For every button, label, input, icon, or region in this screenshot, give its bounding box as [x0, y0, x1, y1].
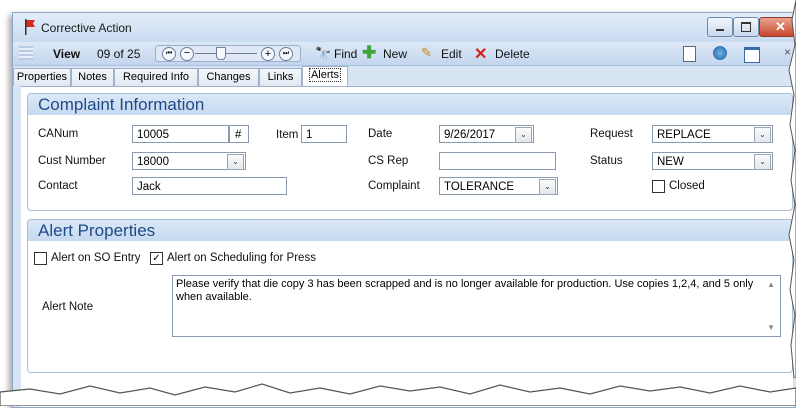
cust-number-label: Cust Number [38, 155, 106, 167]
request-label: Request [590, 128, 633, 140]
complaint-label: Complaint [368, 180, 420, 192]
maximize-button[interactable] [733, 17, 759, 37]
status-value: NEW [657, 156, 684, 168]
alert-scheduling-label: Alert on Scheduling for Press [167, 252, 316, 264]
complaint-value: TOLERANCE [444, 181, 515, 193]
closed-label: Closed [669, 180, 705, 192]
tab-strip: Properties Notes Required Info Changes L… [13, 66, 796, 87]
slider-thumb[interactable] [216, 47, 226, 60]
zoom-in-icon[interactable]: + [261, 47, 275, 61]
window-layout-icon[interactable] [744, 47, 760, 63]
request-select[interactable]: REPLACE ⌄ [652, 125, 773, 143]
tab-properties[interactable]: Properties [13, 68, 71, 86]
alert-so-entry-label: Alert on SO Entry [51, 252, 141, 264]
new-button[interactable]: New [383, 47, 407, 61]
status-label: Status [590, 155, 623, 167]
record-position: 09 of 25 [97, 47, 141, 61]
chevron-down-icon[interactable]: ⌄ [539, 179, 556, 195]
window-title: Corrective Action [41, 21, 132, 35]
record-toolbar: View 09 of 25 ⏮ − + ⏭ 🔭 Find ✚ New ✎ Edi… [13, 42, 796, 66]
tab-changes[interactable]: Changes [198, 68, 259, 86]
alert-so-entry-checkbox[interactable] [34, 252, 47, 265]
maximize-icon [741, 22, 751, 32]
torn-right-edge [788, 0, 796, 378]
chevron-down-icon[interactable]: ⌄ [754, 127, 771, 143]
complaint-information-group: Complaint Information CANum 10005 # Item… [27, 93, 793, 211]
alert-note-textarea[interactable]: Please verify that die copy 3 has been s… [172, 275, 781, 337]
first-record-icon[interactable]: ⏮ [162, 47, 176, 61]
zoom-out-icon[interactable]: − [180, 47, 194, 61]
flag-icon [25, 19, 35, 35]
torn-edge [0, 383, 796, 406]
closed-checkbox[interactable] [652, 180, 665, 193]
edit-button[interactable]: Edit [441, 47, 462, 61]
delete-x-icon[interactable]: ✕ [474, 44, 487, 64]
record-slider-track[interactable] [195, 53, 257, 54]
delete-button[interactable]: Delete [495, 47, 530, 61]
contact-label: Contact [38, 180, 78, 192]
request-value: REPLACE [657, 129, 711, 141]
hash-button[interactable]: # [229, 125, 249, 143]
tab-content: Complaint Information CANum 10005 # Item… [21, 86, 793, 407]
close-icon: ✕ [775, 19, 786, 34]
globe-icon[interactable] [713, 46, 727, 60]
minimize-icon [716, 29, 724, 31]
complaint-information-header: Complaint Information [28, 94, 792, 115]
corrective-action-window: Corrective Action ✕ View 09 of 25 ⏮ − + … [12, 12, 796, 408]
tab-alerts[interactable]: Alerts [302, 66, 348, 87]
document-icon[interactable] [683, 46, 696, 62]
alert-properties-header: Alert Properties [28, 220, 792, 241]
scroll-down-icon[interactable]: ▼ [767, 323, 775, 332]
date-value: 9/26/2017 [444, 129, 496, 141]
item-label: Item [276, 129, 299, 141]
minimize-button[interactable] [707, 17, 733, 37]
canum-field[interactable]: 10005 [132, 125, 229, 143]
canum-label: CANum [38, 128, 79, 140]
find-button[interactable]: Find [334, 47, 357, 61]
pencil-icon[interactable]: ✎ [421, 45, 432, 61]
date-label: Date [368, 128, 393, 140]
new-plus-icon[interactable]: ✚ [362, 43, 376, 63]
title-bar[interactable]: Corrective Action ✕ [13, 13, 796, 42]
tab-links[interactable]: Links [259, 68, 302, 86]
tab-notes[interactable]: Notes [71, 68, 114, 86]
cust-number-select[interactable]: 18000 ⌄ [132, 152, 246, 170]
last-record-icon[interactable]: ⏭ [279, 47, 293, 61]
contact-field[interactable]: Jack [132, 177, 287, 195]
tab-required-info[interactable]: Required Info [114, 68, 198, 86]
alert-scheduling-checkbox[interactable]: ✓ [150, 252, 163, 265]
alert-note-label: Alert Note [42, 301, 94, 313]
chevron-down-icon[interactable]: ⌄ [227, 154, 244, 170]
alert-properties-group: Alert Properties Alert on SO Entry ✓ Ale… [27, 219, 793, 373]
chevron-down-icon[interactable]: ⌄ [754, 154, 771, 170]
scroll-up-icon[interactable]: ▲ [767, 280, 775, 289]
alert-note-text: Please verify that die copy 3 has been s… [176, 278, 754, 303]
complaint-select[interactable]: TOLERANCE ⌄ [439, 177, 558, 195]
cs-rep-label: CS Rep [368, 155, 409, 167]
date-picker[interactable]: 9/26/2017 ⌄ [439, 125, 534, 143]
binoculars-icon[interactable]: 🔭 [315, 46, 331, 62]
cs-rep-field[interactable] [439, 152, 556, 170]
chevron-down-icon[interactable]: ⌄ [515, 127, 532, 143]
item-field[interactable]: 1 [301, 125, 347, 143]
cust-number-value: 18000 [137, 156, 169, 168]
status-select[interactable]: NEW ⌄ [652, 152, 773, 170]
grip-icon [19, 46, 33, 60]
view-menu[interactable]: View [53, 47, 80, 61]
